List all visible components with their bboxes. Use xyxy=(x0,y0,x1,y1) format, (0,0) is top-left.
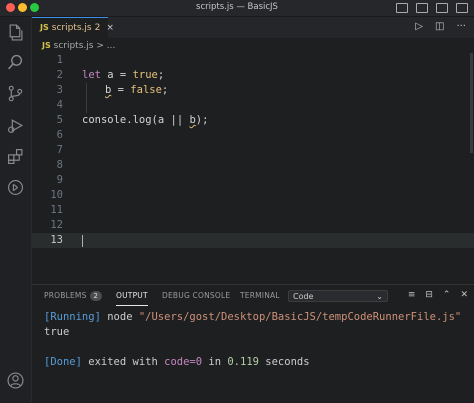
code-text: console.log(a || b); xyxy=(82,114,209,126)
breadcrumb-separator: > xyxy=(96,41,104,51)
breadcrumb-file[interactable]: scripts.js xyxy=(54,41,94,51)
breadcrumb: JS scripts.js > ... xyxy=(32,38,474,53)
close-panel-icon[interactable]: ✕ xyxy=(460,290,468,300)
title-bar: scripts.js — BasicJS xyxy=(0,0,474,17)
more-actions-icon[interactable]: ··· xyxy=(456,21,466,32)
line-number: 12 xyxy=(50,219,63,231)
current-code-line: 13 xyxy=(32,233,474,248)
explorer-icon[interactable] xyxy=(7,24,24,41)
account-icon[interactable] xyxy=(7,372,24,389)
tab-debug-console[interactable]: DEBUG CONSOLE xyxy=(162,291,230,300)
code-text: b = false; xyxy=(105,84,169,96)
filter-icon[interactable]: ≡ xyxy=(408,290,416,300)
extensions-icon[interactable] xyxy=(7,148,24,165)
editor-tab-bar: JS scripts.js 2 × ▷ ◫ ··· xyxy=(32,17,474,39)
activity-bar xyxy=(0,17,32,402)
tab-output[interactable]: OUTPUT xyxy=(116,291,148,306)
maximize-panel-icon[interactable]: ⌃ xyxy=(443,290,451,300)
code-line: 7 xyxy=(32,143,474,158)
line-number: 3 xyxy=(56,84,63,96)
output-line: [Running] node "/Users/gost/Desktop/Basi… xyxy=(44,311,462,323)
code-text: let a = true; xyxy=(82,69,165,81)
output-content[interactable]: [Running] node "/Users/gost/Desktop/Basi… xyxy=(44,310,472,370)
line-number: 7 xyxy=(56,144,63,156)
tab-terminal[interactable]: TERMINAL xyxy=(240,291,280,300)
toggle-secondary-sidebar-icon[interactable] xyxy=(436,3,448,13)
problems-count-badge: 2 xyxy=(89,291,103,301)
editor-actions: ▷ ◫ ··· xyxy=(415,21,466,32)
breadcrumb-symbols[interactable]: ... xyxy=(107,41,116,51)
output-line: [Done] exited with code=0 in 0.119 secon… xyxy=(44,356,310,368)
line-number: 1 xyxy=(56,54,63,66)
tab-problem-count: 2 xyxy=(94,23,101,33)
output-line-empty xyxy=(44,340,472,355)
code-line: 4 xyxy=(32,98,474,113)
search-icon[interactable] xyxy=(7,54,24,71)
panel-actions: ≡ ⊟ ⌃ ✕ xyxy=(408,290,468,300)
output-line: true xyxy=(44,326,70,338)
line-number: 11 xyxy=(50,204,63,216)
tab-label: scripts.js xyxy=(51,23,92,33)
split-editor-icon[interactable]: ◫ xyxy=(435,21,444,32)
code-line: 3 b = false; xyxy=(32,83,474,98)
run-code-icon[interactable]: ▷ xyxy=(415,21,423,32)
bottom-panel: PROBLEMS 2 OUTPUT DEBUG CONSOLE TERMINAL … xyxy=(32,284,474,403)
javascript-file-icon: JS xyxy=(40,23,49,32)
layout-controls xyxy=(396,3,468,13)
tab-problems[interactable]: PROBLEMS 2 xyxy=(44,291,103,301)
line-number: 4 xyxy=(56,99,63,111)
panel-tab-bar: PROBLEMS 2 OUTPUT DEBUG CONSOLE TERMINAL … xyxy=(32,285,474,307)
remote-explorer-icon[interactable] xyxy=(7,179,24,196)
code-line: 1 xyxy=(32,53,474,68)
run-debug-icon[interactable] xyxy=(7,117,24,134)
line-number: 2 xyxy=(56,69,63,81)
chevron-down-icon: ⌄ xyxy=(376,292,383,301)
code-line: 11 xyxy=(32,203,474,218)
source-control-icon[interactable] xyxy=(7,85,24,102)
code-editor[interactable]: 1 2 let a = true; 3 b = false; 4 5 console.… xyxy=(32,53,474,283)
code-line: 2 let a = true; xyxy=(32,68,474,83)
toggle-panel-icon[interactable] xyxy=(416,3,428,13)
line-number: 9 xyxy=(56,174,63,186)
line-number: 8 xyxy=(56,159,63,171)
close-tab-icon[interactable]: × xyxy=(106,23,114,33)
code-line: 9 xyxy=(32,173,474,188)
tab-scripts-js[interactable]: JS scripts.js 2 × xyxy=(32,17,114,39)
line-number: 5 xyxy=(56,114,63,126)
code-line: 5 console.log(a || b); xyxy=(32,113,474,128)
code-line: 10 xyxy=(32,188,474,203)
code-line: 6 xyxy=(32,128,474,143)
output-channel-select[interactable]: Code ⌄ xyxy=(288,290,388,302)
line-number: 13 xyxy=(50,234,63,246)
clear-output-icon[interactable]: ⊟ xyxy=(425,290,433,300)
text-cursor xyxy=(82,235,83,247)
code-line: 8 xyxy=(32,158,474,173)
code-line: 12 xyxy=(32,218,474,233)
line-number: 10 xyxy=(50,189,63,201)
line-number: 6 xyxy=(56,129,63,141)
vscode-window: scripts.js — BasicJS JS scripts.js 2 × ▷… xyxy=(0,0,474,403)
editor-scrollbar[interactable] xyxy=(470,53,473,153)
javascript-file-icon: JS xyxy=(42,41,51,50)
toggle-sidebar-icon[interactable] xyxy=(396,3,408,13)
customize-layout-icon[interactable] xyxy=(456,3,468,13)
